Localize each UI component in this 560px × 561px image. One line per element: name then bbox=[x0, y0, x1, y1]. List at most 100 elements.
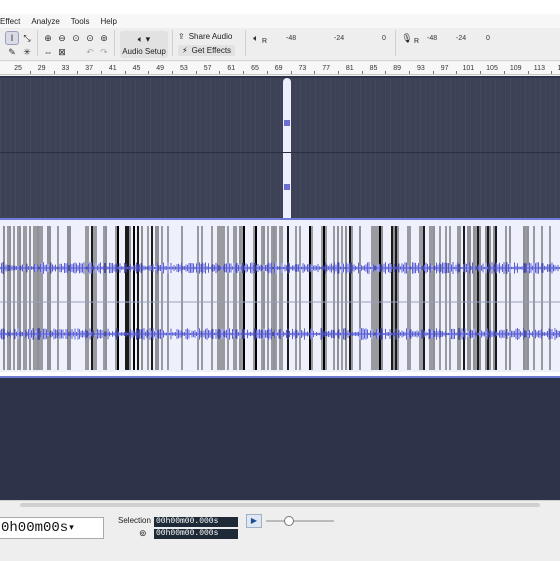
grid-line bbox=[145, 78, 146, 218]
ruler-minor-mark bbox=[551, 71, 553, 74]
ruler-minor-mark bbox=[456, 71, 458, 74]
redo-icon[interactable]: ↷ bbox=[98, 46, 110, 58]
zoom-in-icon[interactable]: ⊕ bbox=[42, 32, 54, 44]
grid-line bbox=[230, 78, 231, 218]
menu-effect[interactable]: Effect bbox=[0, 17, 20, 26]
grid-line bbox=[305, 78, 306, 218]
grid-line bbox=[30, 78, 31, 218]
ruler-minor-mark bbox=[266, 71, 268, 74]
grid-line bbox=[25, 78, 26, 218]
timeline-ruler[interactable]: 25 29 33 37 41 45 49 53 57 61 65 69 73 77 81 85 89 93 97 10… bbox=[0, 62, 560, 75]
play-speed-slider[interactable] bbox=[266, 520, 334, 522]
tracks-area[interactable] bbox=[0, 76, 560, 500]
grid-line bbox=[195, 78, 196, 218]
grid-line bbox=[415, 78, 416, 218]
grid-line bbox=[165, 78, 166, 218]
grid-line bbox=[185, 78, 186, 218]
grid-line bbox=[465, 78, 466, 218]
silence-selection-icon[interactable]: ⊠ bbox=[56, 46, 68, 58]
grid-line bbox=[35, 78, 36, 218]
grid-line bbox=[325, 78, 326, 218]
ruler-tick-label: 105 bbox=[486, 65, 498, 72]
time-display[interactable]: 0h00m00s ▾ bbox=[0, 517, 104, 539]
grid-line bbox=[270, 78, 271, 218]
grid-line bbox=[275, 78, 276, 218]
audio-setup-button[interactable]: 🔈︎ ▾ Audio Setup bbox=[120, 31, 168, 58]
grid-line bbox=[495, 78, 496, 218]
menu-help[interactable]: Help bbox=[100, 17, 116, 26]
envelope-tool-icon[interactable]: ⤡ bbox=[21, 32, 33, 44]
grid-line bbox=[120, 78, 121, 218]
ruler-minor-mark bbox=[243, 71, 245, 74]
ruler-tick-label: 45 bbox=[132, 65, 141, 72]
grid-line bbox=[115, 78, 116, 218]
grid-line bbox=[200, 78, 201, 218]
time-format-dropdown-icon[interactable]: ▾ bbox=[69, 523, 74, 533]
grid-line bbox=[500, 78, 501, 218]
selection-start-field[interactable]: 00h00m00.000s bbox=[154, 517, 238, 527]
grid-line bbox=[10, 78, 11, 218]
record-meter-icon[interactable]: 🎙︎ bbox=[401, 32, 413, 44]
ruler-minor-mark bbox=[219, 71, 221, 74]
trim-outside-icon[interactable]: ⇔ bbox=[42, 46, 54, 58]
play-at-speed-button[interactable]: ▶ bbox=[246, 514, 262, 528]
ruler-tick-label: 81 bbox=[345, 65, 354, 72]
undo-icon[interactable]: ↶ bbox=[84, 46, 96, 58]
grid-line bbox=[60, 78, 61, 218]
grid-line bbox=[105, 78, 106, 218]
grid-line bbox=[240, 78, 241, 218]
grid-line bbox=[280, 78, 281, 218]
grid-line bbox=[315, 78, 316, 218]
fit-project-icon[interactable]: ⊙ bbox=[84, 32, 96, 44]
grid-line bbox=[550, 78, 551, 218]
grid-line bbox=[150, 78, 151, 218]
horizontal-scrollbar[interactable] bbox=[20, 503, 540, 507]
grid-line bbox=[45, 78, 46, 218]
grid-line bbox=[90, 78, 91, 218]
grid-line bbox=[300, 78, 301, 218]
ruler-tick-label: 109 bbox=[509, 65, 522, 72]
grid-line bbox=[310, 78, 311, 218]
grid-line bbox=[220, 78, 221, 218]
playback-meter-icon[interactable]: 🔈︎ bbox=[250, 32, 262, 44]
grid-line bbox=[410, 78, 411, 218]
grid-line bbox=[540, 78, 541, 218]
selection-options-icon[interactable]: ⊚ bbox=[139, 528, 147, 539]
grid-line bbox=[210, 78, 211, 218]
audio-track-2[interactable] bbox=[0, 218, 560, 378]
play-speed-slider-knob[interactable] bbox=[284, 516, 294, 526]
grid-line bbox=[400, 78, 401, 218]
selection-tool-icon[interactable]: I bbox=[5, 31, 19, 45]
multi-tool-icon[interactable]: ✳ bbox=[21, 46, 33, 58]
grid-line bbox=[100, 78, 101, 218]
selection-label: Selection bbox=[118, 516, 151, 525]
grid-line bbox=[485, 78, 486, 218]
grid-line bbox=[530, 78, 531, 218]
ruler-minor-mark bbox=[314, 71, 316, 74]
ruler-tick-label: 41 bbox=[108, 65, 117, 72]
ruler-tick-label: 37 bbox=[85, 65, 93, 72]
ruler-minor-mark bbox=[100, 71, 102, 74]
menu-analyze[interactable]: Analyze bbox=[31, 17, 59, 26]
get-effects-button[interactable]: ⚡︎ Get Effects bbox=[178, 45, 236, 56]
ruler-minor-mark bbox=[290, 71, 292, 74]
grid-line bbox=[510, 78, 511, 218]
grid-line bbox=[375, 78, 376, 218]
share-audio-button[interactable]: ⇪ Share Audio bbox=[178, 32, 232, 41]
ruler-minor-mark bbox=[124, 71, 126, 74]
menu-tools[interactable]: Tools bbox=[71, 17, 90, 26]
get-effects-label: Get Effects bbox=[191, 46, 232, 55]
grid-line bbox=[125, 78, 126, 218]
ruler-tick-label: 65 bbox=[251, 65, 259, 72]
selection-end-field[interactable]: 00h00m00.000s bbox=[154, 529, 238, 539]
fit-selection-icon[interactable]: ⊙ bbox=[70, 32, 82, 44]
playback-meter[interactable]: -48 -24 0 bbox=[270, 32, 390, 44]
draw-tool-icon[interactable]: ✎ bbox=[6, 46, 18, 58]
grid-line bbox=[480, 78, 481, 218]
record-meter[interactable]: -48 -24 0 bbox=[420, 32, 560, 44]
zoom-out-icon[interactable]: ⊖ bbox=[56, 32, 68, 44]
clip-handle[interactable] bbox=[283, 78, 291, 218]
zoom-toggle-icon[interactable]: ⊚ bbox=[98, 32, 110, 44]
ruler-tick-label: 73 bbox=[298, 65, 307, 72]
audio-track-1[interactable] bbox=[0, 78, 560, 218]
